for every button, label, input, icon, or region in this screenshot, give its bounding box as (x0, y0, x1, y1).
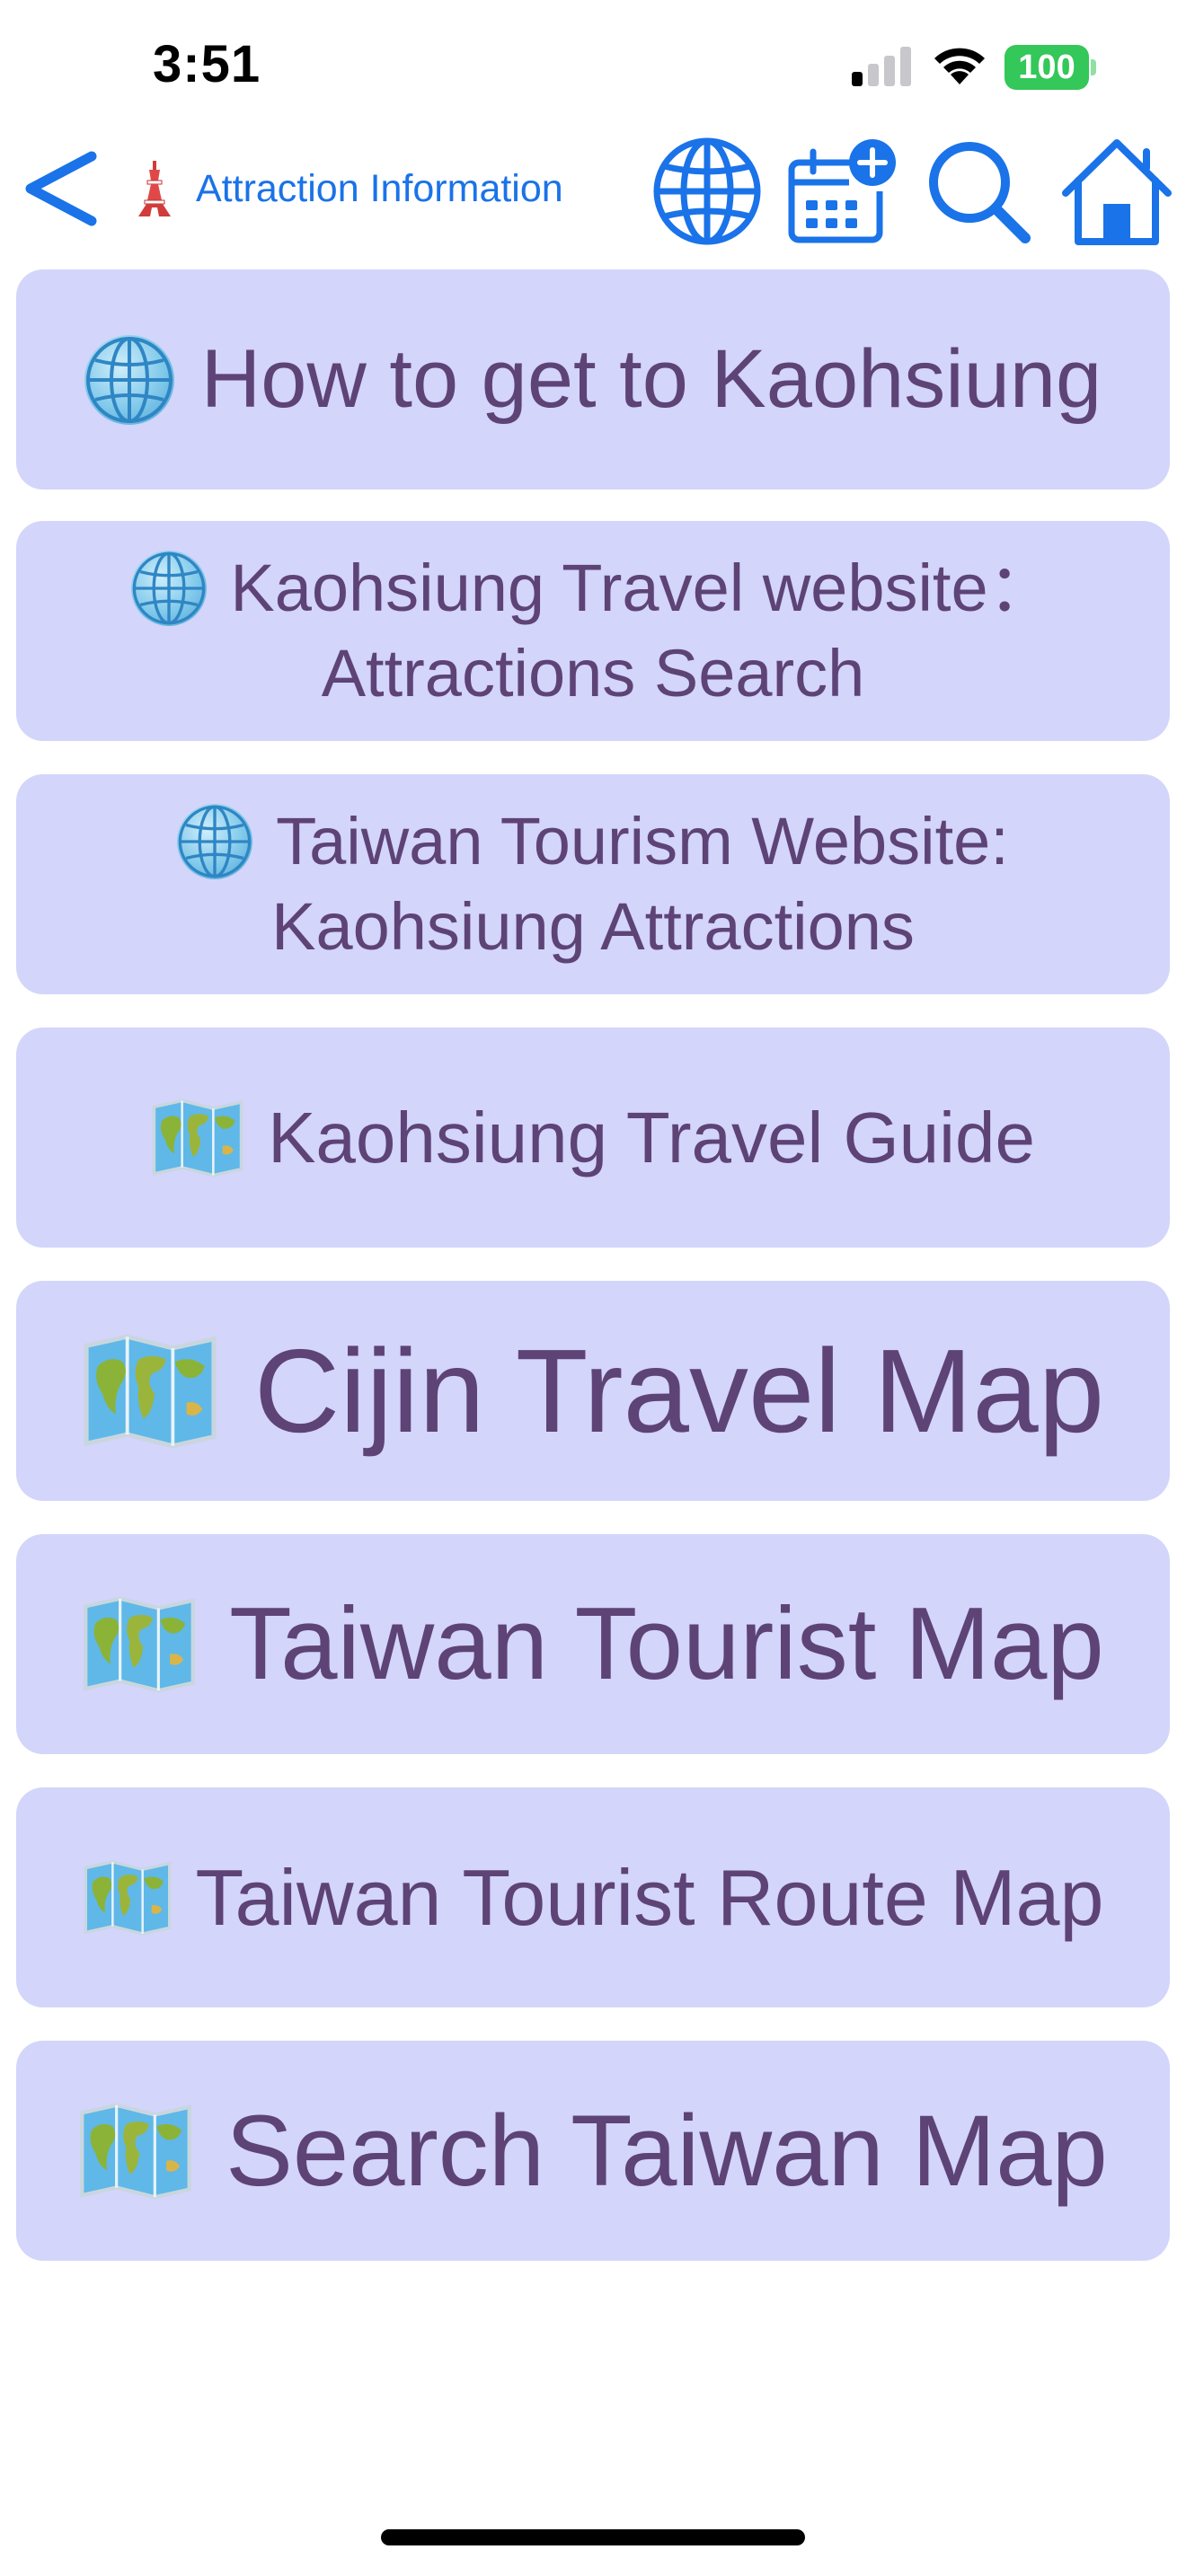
list-item-label: Taiwan Tourist Map (229, 1587, 1104, 1701)
tower-icon (135, 161, 174, 216)
list-item-label-line2: Attractions Search (321, 635, 865, 710)
nav-bar: Attraction Information (0, 135, 1186, 251)
list-item-cijin-travel-map[interactable]: Cijin Travel Map (16, 1281, 1170, 1501)
battery-tip (1091, 59, 1096, 75)
list-item-label-line1: Kaohsiung Travel website： (230, 550, 1055, 625)
list-item-label: How to get to Kaohsiung (200, 333, 1102, 425)
list-item-label: Taiwan Tourist Route Map (195, 1852, 1104, 1942)
world-map-icon (83, 1858, 173, 1937)
list-item-label: Search Taiwan Map (226, 2095, 1108, 2207)
calendar-add-button[interactable] (783, 135, 900, 248)
list-item-label: Cijin Travel Map (253, 1325, 1105, 1457)
battery-icon: 100 (1005, 45, 1089, 90)
world-map-icon (151, 1098, 244, 1178)
list-item-label-line1: Taiwan Tourism Website: (276, 803, 1009, 878)
globe-icon (653, 137, 761, 245)
status-bar: 3:51 100 (0, 0, 1186, 135)
world-map-icon (82, 1332, 218, 1451)
globe-icon (177, 804, 253, 880)
page-title: Attraction Information (135, 154, 563, 223)
chevron-left-icon (25, 151, 97, 226)
list-item-label-line2: Kaohsiung Attractions (271, 888, 915, 964)
search-button[interactable] (920, 135, 1037, 248)
list-item-taiwan-tourist-map[interactable]: Taiwan Tourist Map (16, 1534, 1170, 1754)
home-indicator[interactable] (381, 2529, 805, 2545)
page-title-text: Attraction Information (196, 166, 563, 210)
globe-icon (131, 551, 208, 627)
home-button[interactable] (1058, 135, 1175, 248)
back-button[interactable] (7, 135, 106, 243)
list-item-kaohsiung-travel-guide[interactable]: Kaohsiung Travel Guide (16, 1028, 1170, 1248)
globe-button[interactable] (649, 135, 766, 248)
list-item-kaohsiung-travel-website[interactable]: Kaohsiung Travel website： Attractions Se… (16, 521, 1170, 741)
wifi-icon (934, 48, 985, 84)
list-item-search-taiwan-map[interactable]: Search Taiwan Map (16, 2041, 1170, 2261)
status-time: 3:51 (153, 35, 261, 93)
list-item-taiwan-tourism-website[interactable]: Taiwan Tourism Website: Kaohsiung Attrac… (16, 774, 1170, 994)
list-item-label: Kaohsiung Travel Guide (268, 1097, 1035, 1178)
battery-level: 100 (1018, 48, 1075, 86)
globe-icon (84, 334, 174, 425)
world-map-icon (78, 2101, 193, 2201)
calendar-add-icon (788, 139, 896, 243)
home-icon (1062, 139, 1172, 245)
list-item-taiwan-tourist-route-map[interactable]: Taiwan Tourist Route Map (16, 1787, 1170, 2007)
list-item-how-to-get-to-kaohsiung[interactable]: How to get to Kaohsiung (16, 269, 1170, 490)
world-map-icon (82, 1594, 197, 1695)
signal-icon (852, 47, 911, 86)
search-icon (929, 142, 1031, 243)
